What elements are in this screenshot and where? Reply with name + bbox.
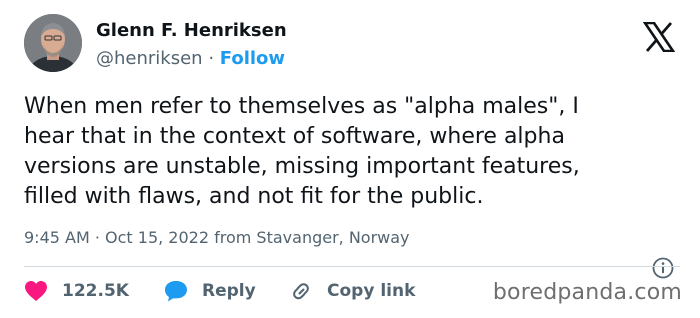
follow-link[interactable]: Follow: [220, 48, 285, 69]
watermark: boredpanda.com: [492, 280, 682, 305]
link-icon: [293, 283, 309, 300]
x-logo-icon[interactable]: [643, 22, 675, 52]
handle-row: @henriksen · Follow: [96, 48, 285, 69]
like-count: 122.5K: [62, 281, 129, 301]
tweet-line: filled with flaws, and not fit for the p…: [24, 184, 484, 209]
tweet-line: When men refer to themselves as "alpha m…: [24, 94, 579, 119]
info-icon[interactable]: [652, 257, 674, 279]
reply-bubble-icon: [165, 281, 187, 302]
separator-dot: ·: [208, 48, 215, 69]
tweet-line: versions are unstable, missing important…: [24, 154, 580, 179]
reply-button[interactable]: Reply: [164, 278, 256, 304]
tweet-timestamp[interactable]: 9:45 AM · Oct 15, 2022 from Stavanger, N…: [24, 228, 410, 247]
author-handle[interactable]: @henriksen: [96, 48, 203, 69]
divider: [24, 266, 680, 267]
heart-icon: [25, 281, 47, 301]
copy-link-label: Copy link: [327, 281, 416, 301]
copy-link-button[interactable]: Copy link: [289, 278, 415, 304]
like-button[interactable]: 122.5K: [24, 278, 129, 304]
reply-label: Reply: [202, 281, 256, 301]
author-name[interactable]: Glenn F. Henriksen: [96, 20, 287, 41]
tweet-text: When men refer to themselves as "alpha m…: [24, 92, 680, 212]
tweet-line: hear that in the context of software, wh…: [24, 124, 565, 149]
tweet-card: Glenn F. Henriksen @henriksen · Follow W…: [0, 0, 700, 318]
avatar-photo: [24, 14, 82, 72]
avatar[interactable]: [24, 14, 82, 72]
